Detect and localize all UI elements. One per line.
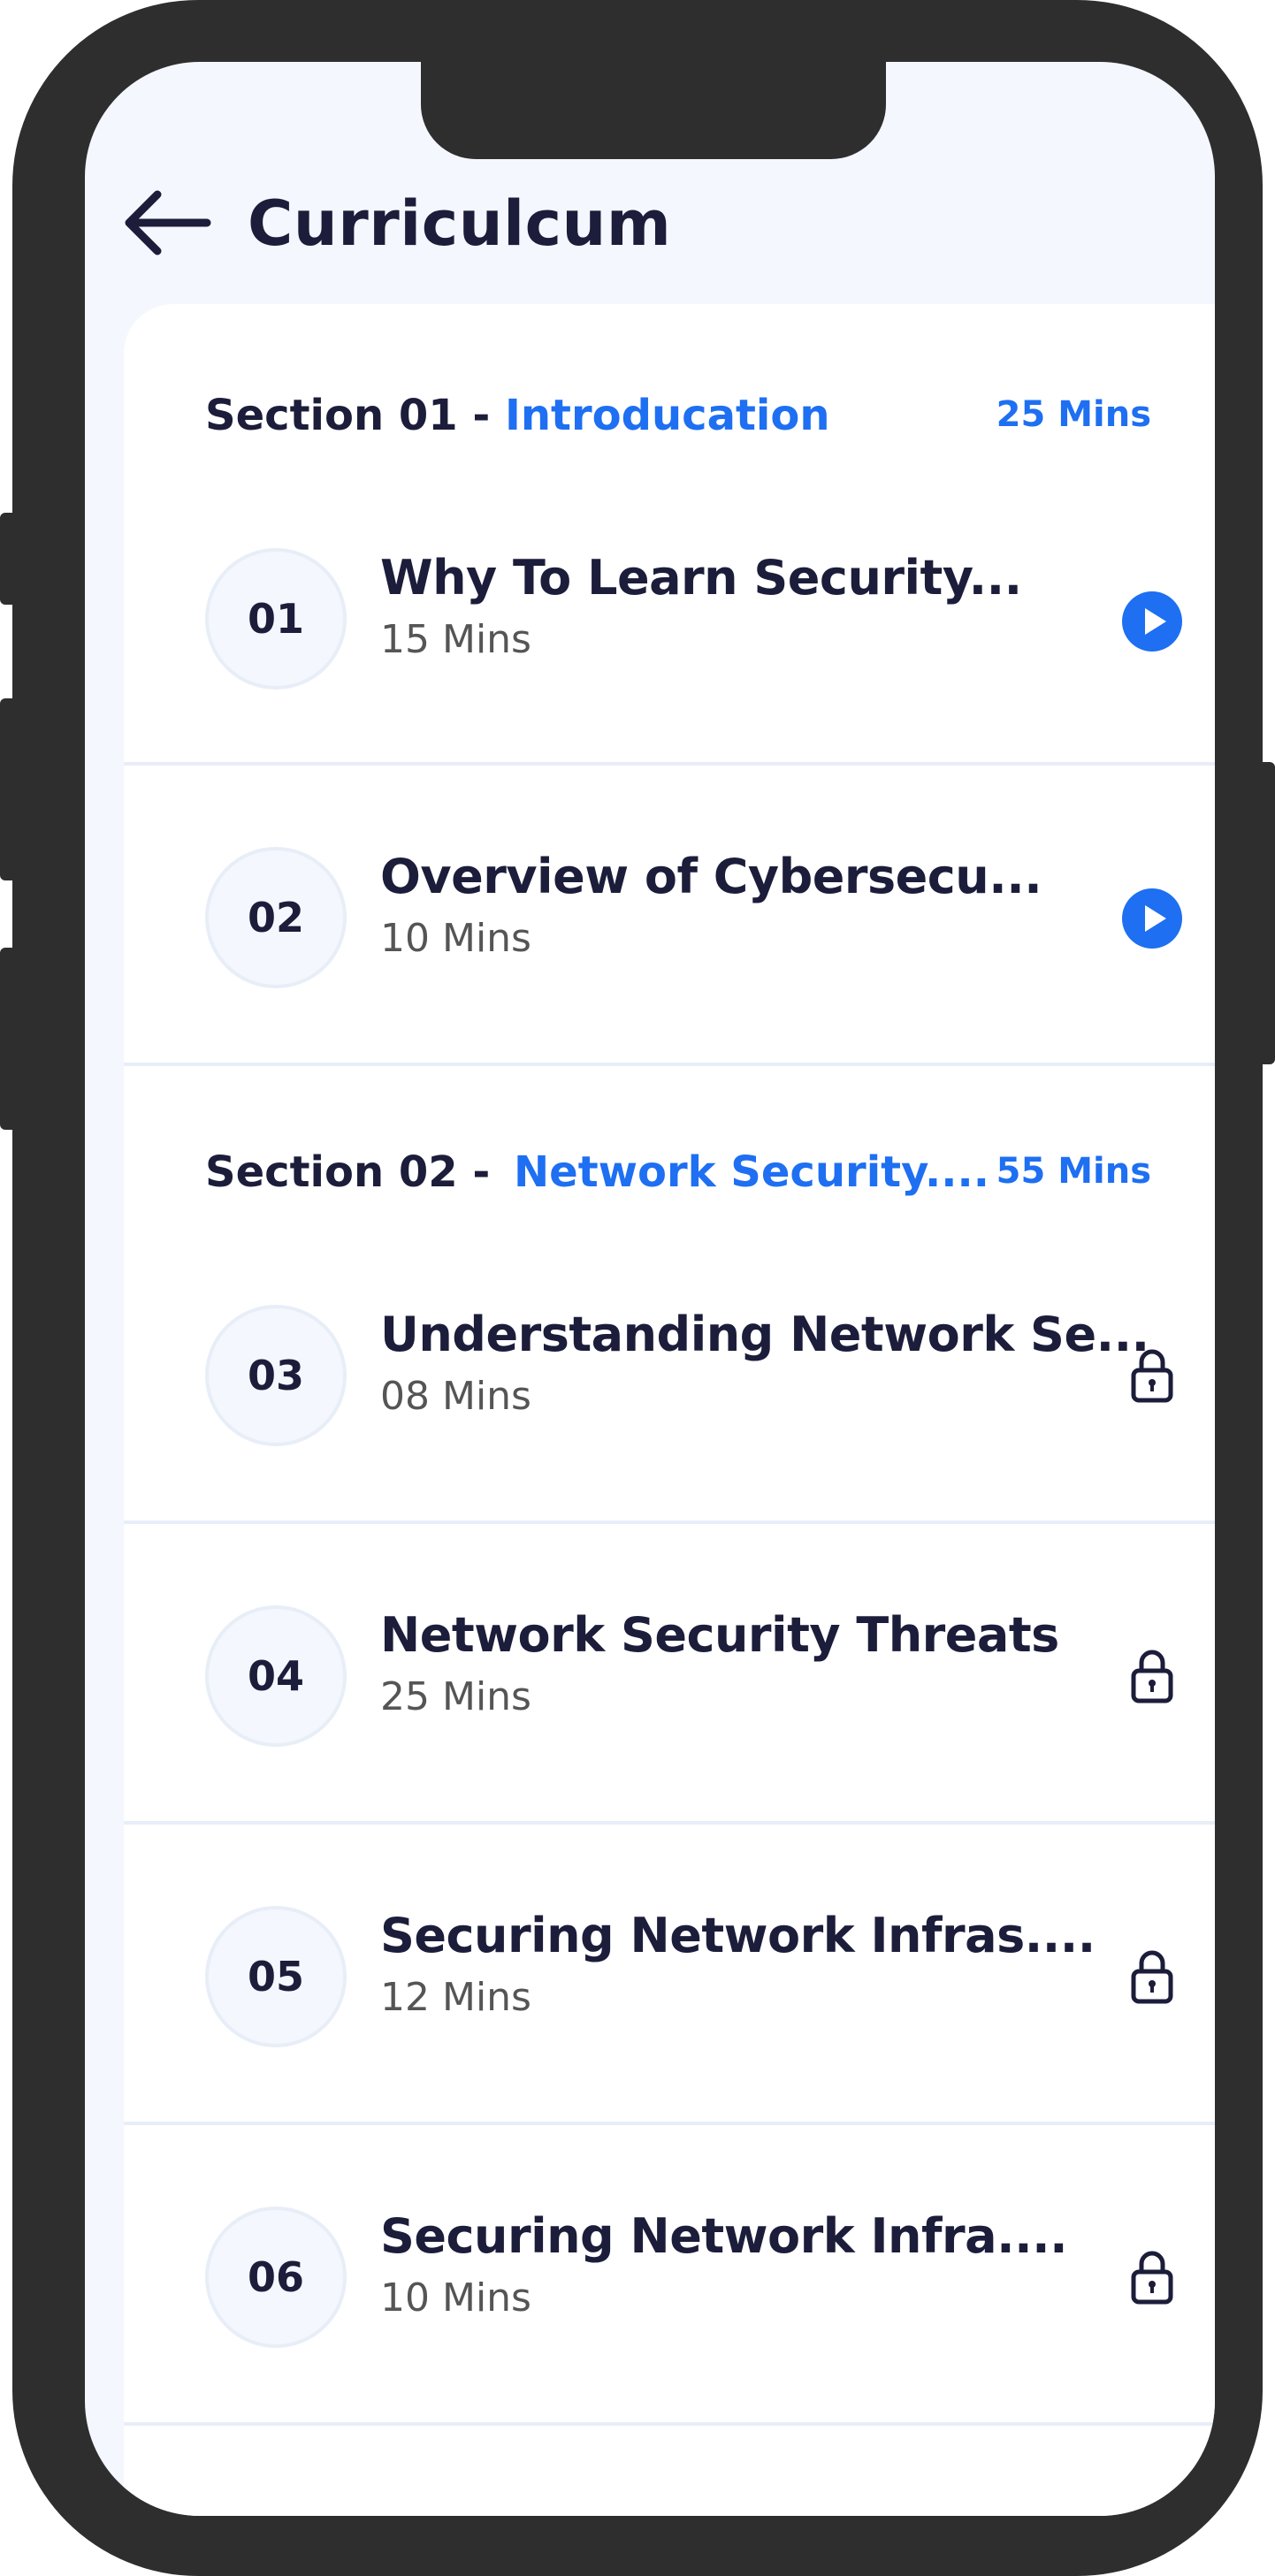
- app-screen: Curriculcum Section 01 - Introducation 2…: [85, 62, 1215, 2516]
- section-title: Section 01 - Introducation: [205, 391, 830, 440]
- lesson-duration: 08 Mins: [380, 1374, 531, 1419]
- lesson-title: Securing Network Infra....: [380, 2208, 1068, 2264]
- lock-icon: [1131, 1349, 1173, 1403]
- lesson-number-badge: 02: [205, 847, 347, 988]
- page-title: Curriculcum: [248, 187, 672, 260]
- lock-icon: [1131, 1950, 1173, 2004]
- section-name: Network Security....: [513, 1147, 989, 1197]
- lesson-duration: 25 Mins: [380, 1674, 531, 1719]
- lesson-title: Overview of Cybersecu...: [380, 849, 1042, 904]
- lesson-item[interactable]: 06 Securing Network Infra.... 10 Mins: [124, 2125, 1215, 2426]
- lesson-number-badge: 01: [205, 548, 347, 690]
- section-label: Section 02 -: [205, 1147, 491, 1197]
- lesson-number-badge: 04: [205, 1605, 347, 1747]
- lesson-duration: 15 Mins: [380, 617, 531, 662]
- play-icon[interactable]: [1121, 888, 1183, 949]
- top-bar: Curriculcum: [85, 161, 1215, 267]
- lesson-title: Network Security Threats: [380, 1607, 1059, 1663]
- section-header: Section 01 - Introducation 25 Mins: [205, 391, 1151, 453]
- section-label: Section 01 -: [205, 391, 491, 440]
- section-title: Section 02 - Network Security....: [205, 1147, 989, 1197]
- section-duration: 55 Mins: [996, 1151, 1151, 1192]
- lesson-number-badge: 03: [205, 1305, 347, 1446]
- section-name: Introducation: [504, 391, 830, 440]
- lesson-title: Why To Learn Security...: [380, 550, 1022, 606]
- curriculum-card: Section 01 - Introducation 25 Mins 01 Wh…: [124, 304, 1215, 2516]
- lesson-number-badge: 06: [205, 2206, 347, 2348]
- lesson-item[interactable]: 02 Overview of Cybersecu... 10 Mins: [124, 766, 1215, 1066]
- lock-icon: [1131, 2251, 1173, 2305]
- section-duration: 25 Mins: [996, 394, 1151, 435]
- lock-icon: [1131, 1650, 1173, 1703]
- lesson-duration: 10 Mins: [380, 2275, 531, 2321]
- phone-notch: [421, 62, 886, 159]
- section-header: Section 02 - Network Security.... 55 Min…: [205, 1147, 1151, 1209]
- back-button[interactable]: [122, 187, 214, 258]
- play-icon[interactable]: [1121, 591, 1183, 652]
- phone-frame: Curriculcum Section 01 - Introducation 2…: [12, 0, 1263, 2576]
- lesson-duration: 10 Mins: [380, 916, 531, 961]
- lesson-item[interactable]: 05 Securing Network Infras.... 12 Mins: [124, 1825, 1215, 2125]
- lesson-title: Understanding Network Se...: [380, 1307, 1149, 1362]
- lesson-number-badge: 05: [205, 1906, 347, 2047]
- lesson-item[interactable]: 01 Why To Learn Security... 15 Mins: [124, 467, 1215, 766]
- lesson-duration: 12 Mins: [380, 1975, 531, 2020]
- lesson-item[interactable]: 03 Understanding Network Se... 08 Mins: [124, 1223, 1215, 1524]
- lesson-title: Securing Network Infras....: [380, 1908, 1096, 1963]
- lesson-item[interactable]: 04 Network Security Threats 25 Mins: [124, 1524, 1215, 1825]
- arrow-left-icon: [125, 190, 211, 255]
